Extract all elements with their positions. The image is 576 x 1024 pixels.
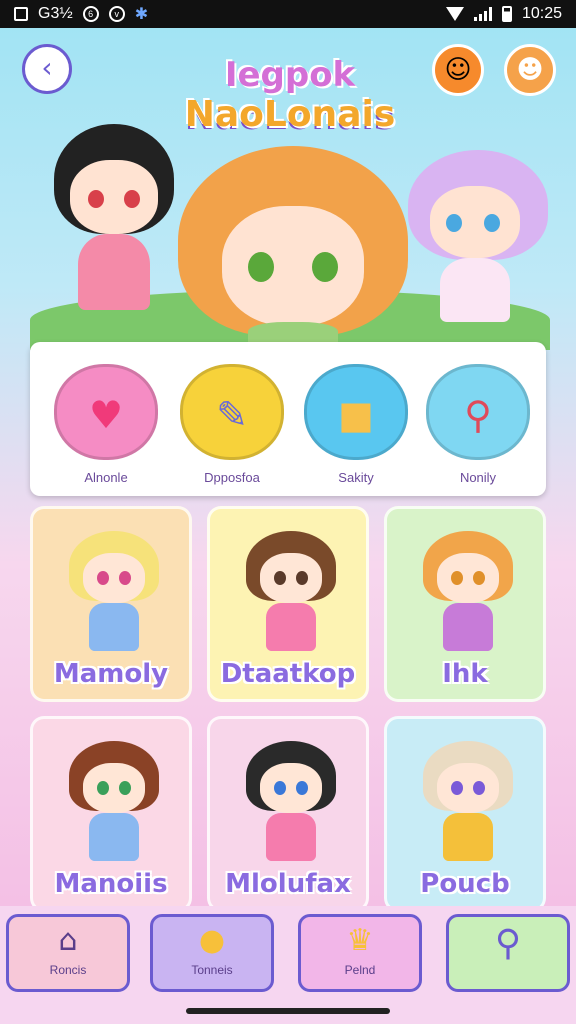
category-panel: ♥ Alnonle ✎ Dpposfoa ■ Sakity ⚲ Nonily	[30, 342, 546, 496]
shield-icon: v	[108, 6, 125, 22]
category-label: Nonily	[459, 470, 497, 485]
character-name: Ihk	[442, 659, 488, 689]
wifi-icon	[445, 7, 464, 21]
category-label: Alnonle	[84, 470, 128, 485]
character-avatar	[423, 741, 513, 861]
chat-bubble-icon: ●	[198, 923, 226, 958]
heart-icon: ♥	[88, 393, 124, 437]
character-card-mlolufax[interactable]: Mlolufax	[207, 716, 369, 912]
app-title: Iegpok NaoLonais	[150, 56, 430, 136]
category-blob: ✎	[180, 364, 284, 460]
hero-character-right	[402, 150, 552, 330]
category-label: Dpposfoa	[204, 470, 260, 485]
box-icon: ■	[338, 393, 374, 437]
nav-search-button[interactable]: ⚲	[446, 914, 570, 992]
puzzle-icon: ✱	[134, 6, 149, 23]
profile-avatar-icon: ☻	[516, 55, 544, 85]
hero-character-center	[178, 146, 408, 346]
character-avatar	[246, 741, 336, 861]
category-label: Sakity	[338, 470, 374, 485]
orange-mascot-icon: ☺	[444, 55, 472, 85]
wand-icon: ⚲	[464, 393, 492, 437]
nav-label: Pelnd	[344, 963, 376, 977]
nav-home-button[interactable]: ⌂ Roncis	[6, 914, 130, 992]
character-name: Manoiis	[54, 869, 168, 899]
character-name: Mamoly	[53, 659, 169, 689]
character-card-ihk[interactable]: Ihk	[384, 506, 546, 702]
character-card-dtaatkop[interactable]: Dtaatkop	[207, 506, 369, 702]
status-left-text: G3½	[38, 5, 73, 22]
hero-character-left	[44, 124, 184, 324]
category-alnonle[interactable]: ♥ Alnonle	[52, 364, 160, 485]
home-indicator[interactable]	[186, 1008, 390, 1014]
clock: 10:25	[521, 5, 562, 22]
mascot-button[interactable]: ☺	[432, 44, 484, 96]
category-sakity[interactable]: ■ Sakity	[302, 364, 410, 485]
category-dpposfoa[interactable]: ✎ Dpposfoa	[178, 364, 286, 485]
search-icon: ⚲	[494, 923, 522, 964]
back-button[interactable]: ‹	[22, 44, 72, 94]
home-icon: ⌂	[58, 923, 78, 958]
gallery-icon	[14, 7, 28, 21]
category-blob: ■	[304, 364, 408, 460]
status-bar: G3½ 6 v ✱ 10:25	[0, 0, 576, 28]
category-nonily[interactable]: ⚲ Nonily	[424, 364, 532, 485]
character-avatar	[69, 531, 159, 651]
category-blob: ⚲	[426, 364, 530, 460]
title-line-2: NaoLonais	[184, 94, 396, 135]
profile-button[interactable]: ☻	[504, 44, 556, 96]
app-root: G3½ 6 v ✱ 10:25 ‹ ☺ ☻ Iegpok NaoLonais ♥…	[0, 0, 576, 1024]
nav-label: Roncis	[49, 963, 87, 977]
back-arrow-icon: ‹	[41, 51, 53, 84]
character-card-manoiis[interactable]: Manoiis	[30, 716, 192, 912]
sync-icon: 6	[82, 6, 99, 22]
battery-icon	[501, 6, 512, 22]
character-avatar	[423, 531, 513, 651]
bottom-nav: ⌂ Roncis ● Tonneis ♛ Pelnd ⚲	[0, 906, 576, 1024]
character-avatar	[246, 531, 336, 651]
signal-icon	[473, 7, 492, 21]
character-card-poucb[interactable]: Poucb	[384, 716, 546, 912]
crown-icon: ♛	[346, 923, 374, 958]
nav-crown-button[interactable]: ♛ Pelnd	[298, 914, 422, 992]
character-name: Mlolufax	[225, 869, 351, 899]
character-card-mamoly[interactable]: Mamoly	[30, 506, 192, 702]
character-avatar	[69, 741, 159, 861]
category-blob: ♥	[54, 364, 158, 460]
pencil-icon: ✎	[216, 393, 248, 437]
title-line-1: Iegpok	[224, 55, 356, 95]
character-name: Poucb	[420, 869, 510, 899]
character-name: Dtaatkop	[220, 659, 356, 689]
nav-label: Tonneis	[191, 963, 233, 977]
nav-chat-button[interactable]: ● Tonneis	[150, 914, 274, 992]
